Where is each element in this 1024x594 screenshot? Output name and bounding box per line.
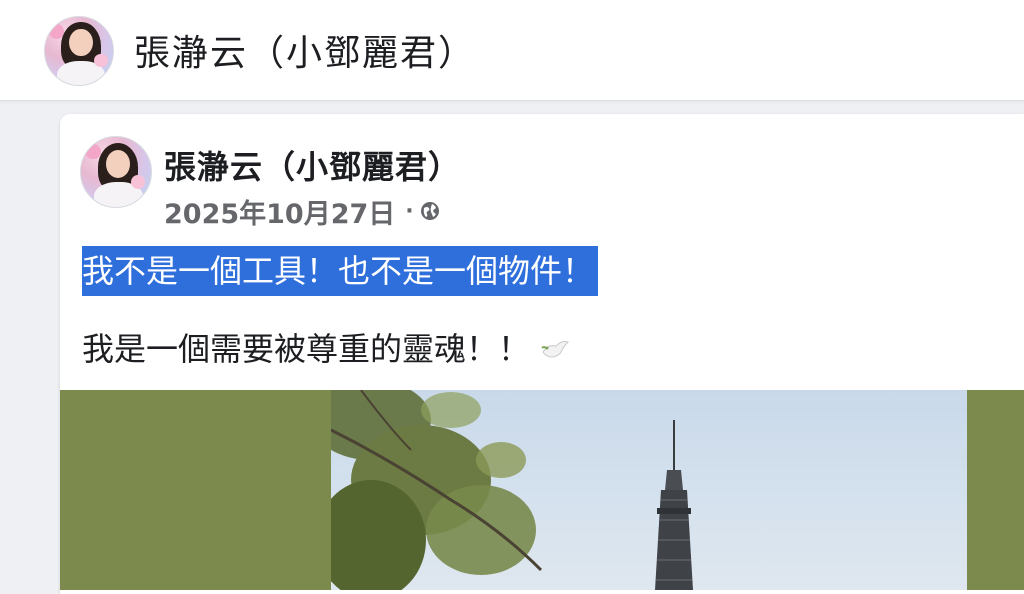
page-title[interactable]: 張瀞云（小鄧麗君） — [134, 24, 476, 76]
avatar-face — [69, 29, 93, 57]
post-author-name[interactable]: 張瀞云（小鄧麗君） — [164, 142, 461, 188]
flower-decoration — [85, 144, 101, 160]
profile-avatar[interactable] — [44, 16, 114, 86]
post-photo-frame[interactable] — [60, 390, 1024, 590]
post-text: 我是一個需要被尊重的靈魂！！ — [82, 330, 531, 368]
eiffel-tower — [655, 420, 693, 590]
post-date[interactable]: 2025年10月27日 — [164, 192, 395, 231]
eiffel-tower-photo[interactable] — [331, 390, 967, 590]
globe-icon[interactable] — [420, 201, 440, 221]
post-text-highlighted: 我不是一個工具！也不是一個物件！ — [82, 246, 599, 296]
meta-separator: · — [405, 198, 414, 224]
tree-foliage — [331, 390, 543, 590]
flower-decoration — [131, 174, 146, 189]
avatar-face — [106, 149, 130, 178]
page-header: 張瀞云（小鄧麗君） — [0, 0, 1024, 101]
post-text-line: 我是一個需要被尊重的靈魂！！ — [82, 324, 570, 374]
photo-illustration — [331, 390, 693, 590]
dove-icon — [541, 341, 569, 358]
post-card: 張瀞云（小鄧麗君） 2025年10月27日 · 我不是一個工具！也不是一個物件！… — [60, 114, 1024, 594]
flower-decoration — [93, 53, 108, 68]
post-meta: 2025年10月27日 · — [164, 192, 440, 231]
post-author-avatar[interactable] — [80, 136, 152, 208]
